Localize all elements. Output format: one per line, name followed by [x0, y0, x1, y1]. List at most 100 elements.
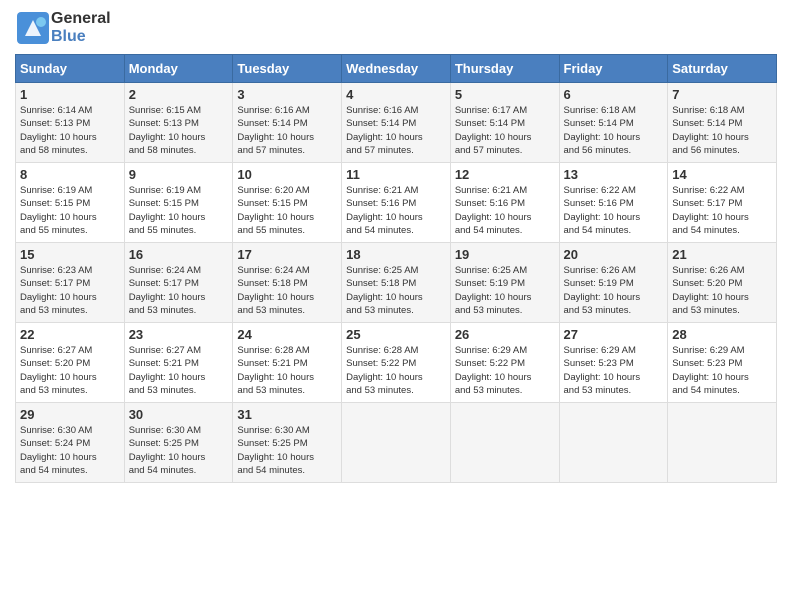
day-number: 18 — [346, 247, 446, 262]
day-info: Sunrise: 6:29 AM Sunset: 5:22 PM Dayligh… — [455, 344, 555, 397]
header-row: SundayMondayTuesdayWednesdayThursdayFrid… — [16, 55, 777, 83]
day-number: 31 — [237, 407, 337, 422]
day-number: 5 — [455, 87, 555, 102]
day-cell: 4Sunrise: 6:16 AM Sunset: 5:14 PM Daylig… — [342, 83, 451, 163]
day-info: Sunrise: 6:19 AM Sunset: 5:15 PM Dayligh… — [129, 184, 229, 237]
day-number: 2 — [129, 87, 229, 102]
day-info: Sunrise: 6:19 AM Sunset: 5:15 PM Dayligh… — [20, 184, 120, 237]
day-cell — [559, 403, 668, 483]
day-info: Sunrise: 6:21 AM Sunset: 5:16 PM Dayligh… — [346, 184, 446, 237]
day-number: 10 — [237, 167, 337, 182]
day-info: Sunrise: 6:28 AM Sunset: 5:21 PM Dayligh… — [237, 344, 337, 397]
day-info: Sunrise: 6:25 AM Sunset: 5:18 PM Dayligh… — [346, 264, 446, 317]
day-number: 15 — [20, 247, 120, 262]
week-row-5: 29 Sunrise: 6:30 AM Sunset: 5:24 PM Dayli… — [16, 403, 777, 483]
day-cell: 26 Sunrise: 6:29 AM Sunset: 5:22 PM Dayli… — [450, 323, 559, 403]
day-info: Sunrise: 6:18 AM Sunset: 5:14 PM Dayligh… — [672, 104, 772, 157]
day-cell: 14 Sunrise: 6:22 AM Sunset: 5:17 PM Dayli… — [668, 163, 777, 243]
header-cell-thursday: Thursday — [450, 55, 559, 83]
day-info: Sunrise: 6:24 AM Sunset: 5:18 PM Dayligh… — [237, 264, 337, 317]
day-cell: 13 Sunrise: 6:22 AM Sunset: 5:16 PM Dayli… — [559, 163, 668, 243]
day-cell: 10 Sunrise: 6:20 AM Sunset: 5:15 PM Dayli… — [233, 163, 342, 243]
day-info: Sunrise: 6:14 AM Sunset: 5:13 PM Dayligh… — [20, 104, 120, 157]
day-cell: 18 Sunrise: 6:25 AM Sunset: 5:18 PM Dayli… — [342, 243, 451, 323]
page-container: General Blue SundayMondayTuesdayWednesda… — [0, 0, 792, 493]
day-info: Sunrise: 6:20 AM Sunset: 5:15 PM Dayligh… — [237, 184, 337, 237]
day-number: 14 — [672, 167, 772, 182]
day-cell: 12 Sunrise: 6:21 AM Sunset: 5:16 PM Dayli… — [450, 163, 559, 243]
day-info: Sunrise: 6:24 AM Sunset: 5:17 PM Dayligh… — [129, 264, 229, 317]
day-cell: 21Sunrise: 6:26 AM Sunset: 5:20 PM Dayli… — [668, 243, 777, 323]
day-number: 11 — [346, 167, 446, 182]
day-number: 23 — [129, 327, 229, 342]
day-cell: 23 Sunrise: 6:27 AM Sunset: 5:21 PM Dayli… — [124, 323, 233, 403]
header-cell-tuesday: Tuesday — [233, 55, 342, 83]
day-info: Sunrise: 6:15 AM Sunset: 5:13 PM Dayligh… — [129, 104, 229, 157]
day-cell: 16 Sunrise: 6:24 AM Sunset: 5:17 PM Dayli… — [124, 243, 233, 323]
day-number: 16 — [129, 247, 229, 262]
day-number: 3 — [237, 87, 337, 102]
day-number: 4 — [346, 87, 446, 102]
logo-text: General Blue — [51, 10, 111, 46]
week-row-3: 15 Sunrise: 6:23 AM Sunset: 5:17 PM Dayli… — [16, 243, 777, 323]
day-cell: 30 Sunrise: 6:30 AM Sunset: 5:25 PM Dayli… — [124, 403, 233, 483]
day-info: Sunrise: 6:21 AM Sunset: 5:16 PM Dayligh… — [455, 184, 555, 237]
day-cell: 25 Sunrise: 6:28 AM Sunset: 5:22 PM Dayli… — [342, 323, 451, 403]
day-number: 12 — [455, 167, 555, 182]
day-number: 29 — [20, 407, 120, 422]
day-number: 30 — [129, 407, 229, 422]
day-cell: 17 Sunrise: 6:24 AM Sunset: 5:18 PM Dayli… — [233, 243, 342, 323]
day-cell: 8 Sunrise: 6:19 AM Sunset: 5:15 PM Daylig… — [16, 163, 125, 243]
header-cell-friday: Friday — [559, 55, 668, 83]
logo-icon — [15, 10, 51, 46]
day-info: Sunrise: 6:28 AM Sunset: 5:22 PM Dayligh… — [346, 344, 446, 397]
header-cell-monday: Monday — [124, 55, 233, 83]
day-info: Sunrise: 6:29 AM Sunset: 5:23 PM Dayligh… — [672, 344, 772, 397]
day-number: 28 — [672, 327, 772, 342]
day-info: Sunrise: 6:22 AM Sunset: 5:16 PM Dayligh… — [564, 184, 664, 237]
day-cell: 11 Sunrise: 6:21 AM Sunset: 5:16 PM Dayli… — [342, 163, 451, 243]
day-cell: 2 Sunrise: 6:15 AM Sunset: 5:13 PM Daylig… — [124, 83, 233, 163]
day-number: 6 — [564, 87, 664, 102]
header-cell-wednesday: Wednesday — [342, 55, 451, 83]
header: General Blue — [15, 10, 777, 46]
day-info: Sunrise: 6:27 AM Sunset: 5:20 PM Dayligh… — [20, 344, 120, 397]
day-cell — [668, 403, 777, 483]
day-cell: 9 Sunrise: 6:19 AM Sunset: 5:15 PM Daylig… — [124, 163, 233, 243]
day-number: 26 — [455, 327, 555, 342]
day-number: 13 — [564, 167, 664, 182]
day-cell: 27Sunrise: 6:29 AM Sunset: 5:23 PM Dayli… — [559, 323, 668, 403]
day-info: Sunrise: 6:29 AM Sunset: 5:23 PM Dayligh… — [564, 344, 664, 397]
day-info: Sunrise: 6:30 AM Sunset: 5:25 PM Dayligh… — [129, 424, 229, 477]
day-info: Sunrise: 6:17 AM Sunset: 5:14 PM Dayligh… — [455, 104, 555, 157]
day-info: Sunrise: 6:26 AM Sunset: 5:19 PM Dayligh… — [564, 264, 664, 317]
day-number: 21 — [672, 247, 772, 262]
day-info: Sunrise: 6:23 AM Sunset: 5:17 PM Dayligh… — [20, 264, 120, 317]
day-cell: 1Sunrise: 6:14 AM Sunset: 5:13 PM Daylig… — [16, 83, 125, 163]
day-number: 8 — [20, 167, 120, 182]
day-cell: 5 Sunrise: 6:17 AM Sunset: 5:14 PM Daylig… — [450, 83, 559, 163]
week-row-4: 22 Sunrise: 6:27 AM Sunset: 5:20 PM Dayli… — [16, 323, 777, 403]
day-cell — [342, 403, 451, 483]
day-number: 22 — [20, 327, 120, 342]
day-number: 9 — [129, 167, 229, 182]
day-info: Sunrise: 6:27 AM Sunset: 5:21 PM Dayligh… — [129, 344, 229, 397]
calendar-table: SundayMondayTuesdayWednesdayThursdayFrid… — [15, 54, 777, 483]
week-row-1: 1Sunrise: 6:14 AM Sunset: 5:13 PM Daylig… — [16, 83, 777, 163]
logo: General Blue — [15, 10, 111, 46]
day-info: Sunrise: 6:22 AM Sunset: 5:17 PM Dayligh… — [672, 184, 772, 237]
day-number: 17 — [237, 247, 337, 262]
day-cell: 29 Sunrise: 6:30 AM Sunset: 5:24 PM Dayli… — [16, 403, 125, 483]
day-number: 19 — [455, 247, 555, 262]
day-cell: 28 Sunrise: 6:29 AM Sunset: 5:23 PM Dayli… — [668, 323, 777, 403]
day-info: Sunrise: 6:30 AM Sunset: 5:24 PM Dayligh… — [20, 424, 120, 477]
day-info: Sunrise: 6:16 AM Sunset: 5:14 PM Dayligh… — [237, 104, 337, 157]
day-cell: 24Sunrise: 6:28 AM Sunset: 5:21 PM Dayli… — [233, 323, 342, 403]
day-cell: 22 Sunrise: 6:27 AM Sunset: 5:20 PM Dayli… — [16, 323, 125, 403]
day-number: 25 — [346, 327, 446, 342]
header-cell-saturday: Saturday — [668, 55, 777, 83]
week-row-2: 8 Sunrise: 6:19 AM Sunset: 5:15 PM Daylig… — [16, 163, 777, 243]
day-cell: 31Sunrise: 6:30 AM Sunset: 5:25 PM Dayli… — [233, 403, 342, 483]
header-cell-sunday: Sunday — [16, 55, 125, 83]
day-cell: 6Sunrise: 6:18 AM Sunset: 5:14 PM Daylig… — [559, 83, 668, 163]
